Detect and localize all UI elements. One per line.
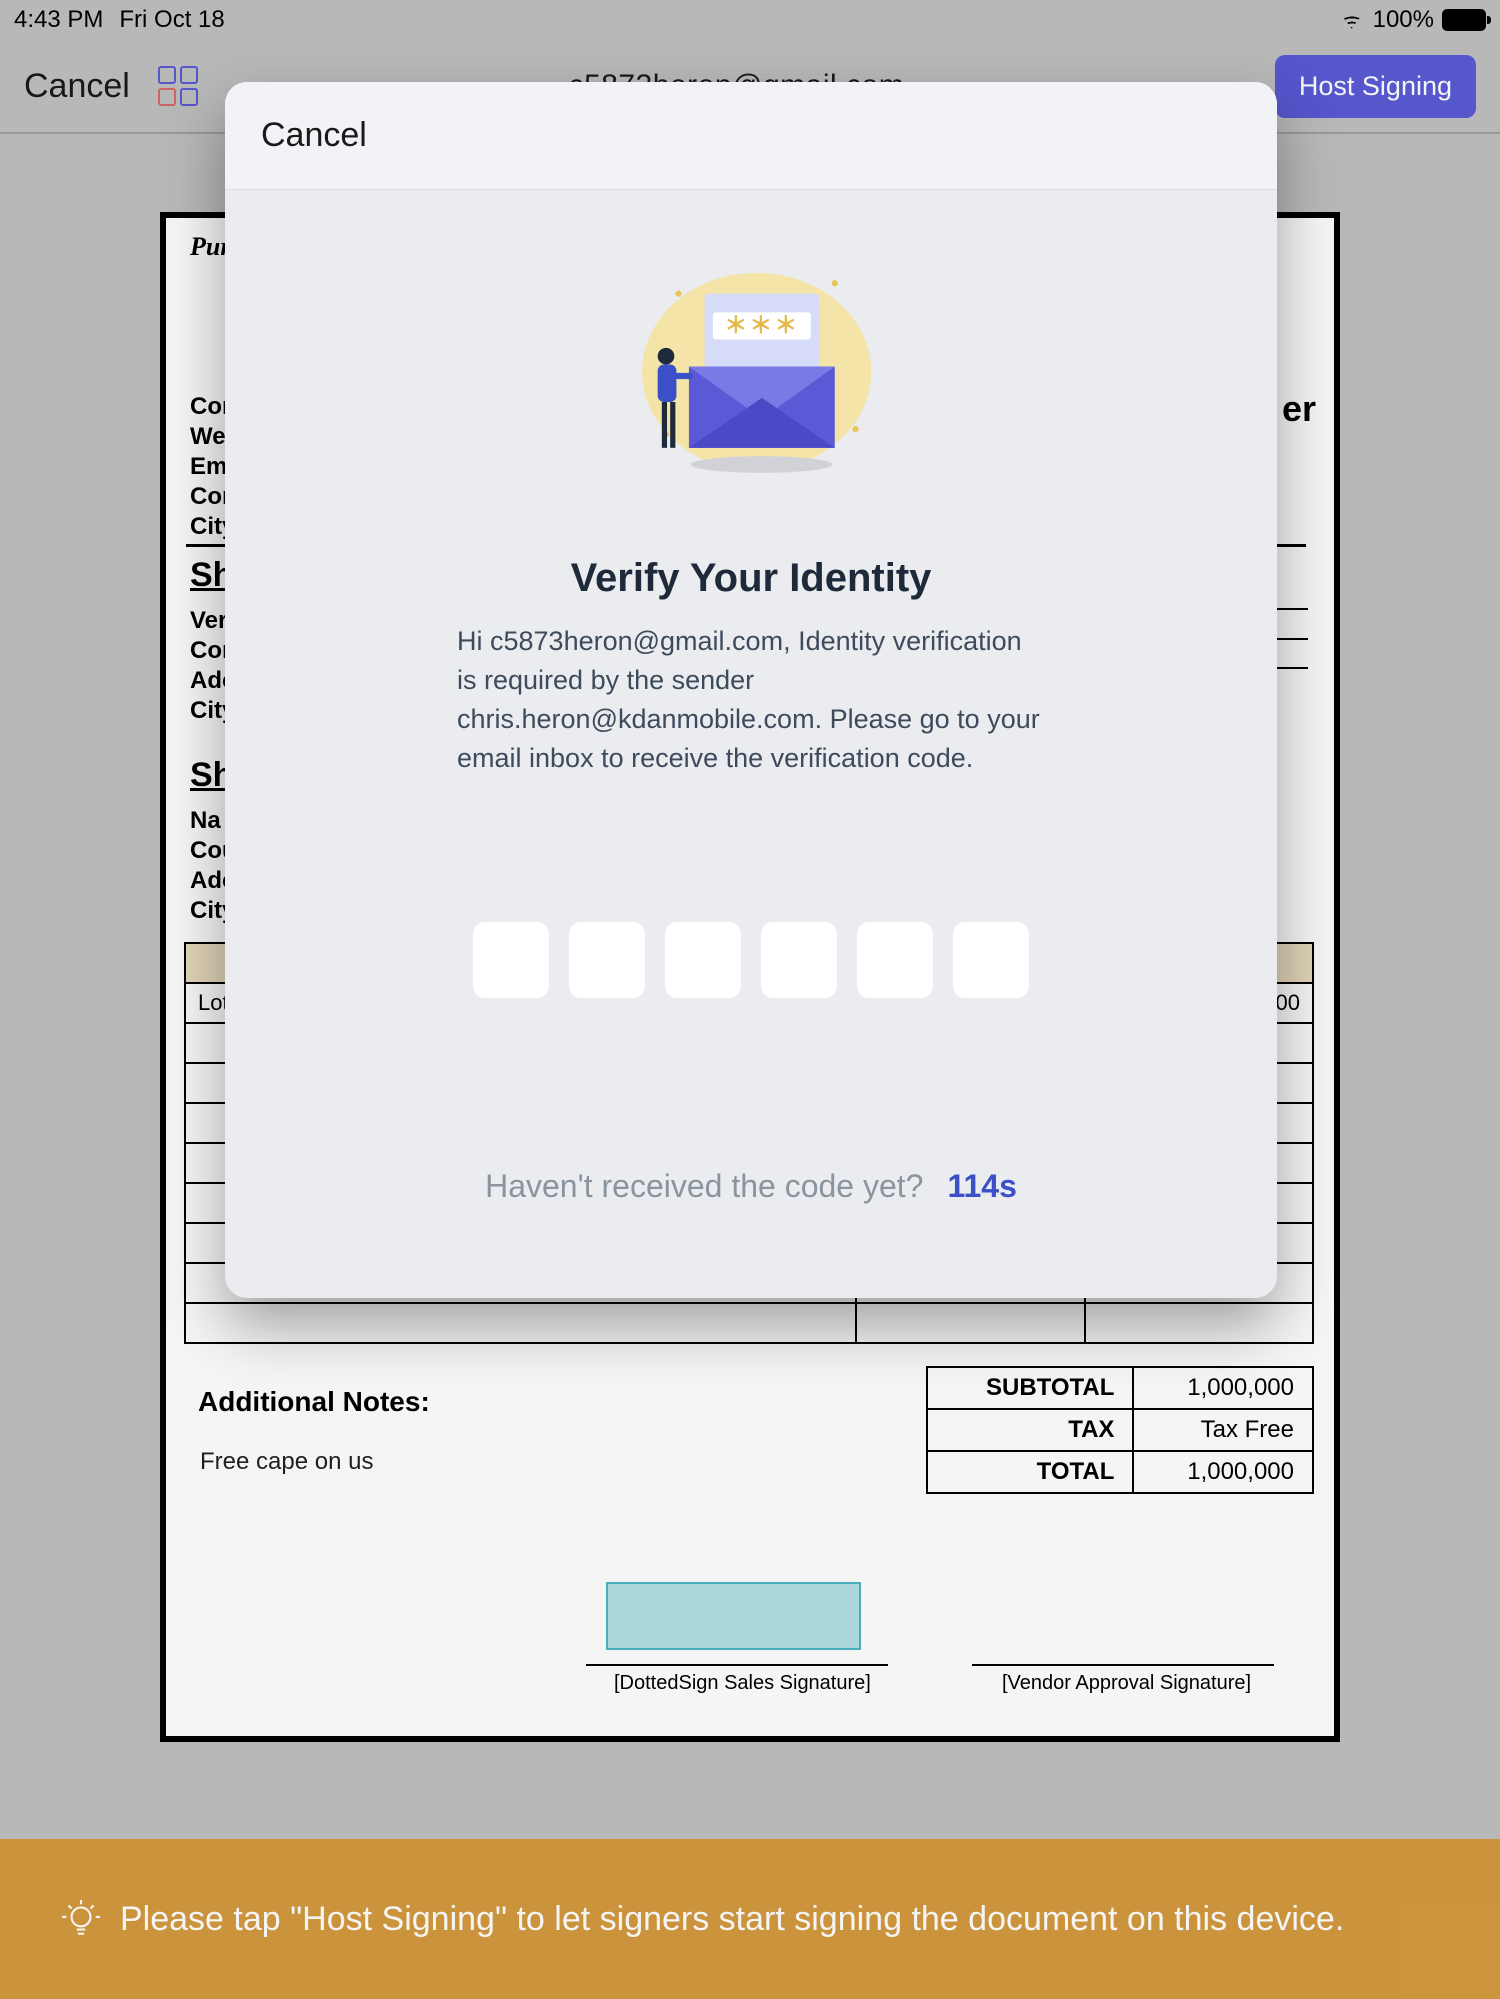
code-digit-3[interactable] [665,922,741,998]
svg-text:＊: ＊ [724,312,747,338]
resend-question: Haven't received the code yet? [485,1168,923,1205]
code-digit-1[interactable] [473,922,549,998]
svg-text:＊: ＊ [774,312,797,338]
envelope-code-icon: ＊ ＊ ＊ [225,252,1277,512]
modal-title: Verify Your Identity [225,556,1277,601]
code-input-row [225,922,1277,998]
code-digit-6[interactable] [953,922,1029,998]
code-digit-4[interactable] [761,922,837,998]
modal-message: Hi c5873heron@gmail.com, Identity verifi… [457,622,1045,779]
resend-row: Haven't received the code yet? 114s [225,1168,1277,1205]
resend-timer: 114s [947,1168,1016,1205]
code-digit-2[interactable] [569,922,645,998]
modal-cancel-button[interactable]: Cancel [261,116,367,155]
svg-text:＊: ＊ [749,312,772,338]
verify-identity-modal: Cancel ＊ ＊ ＊ Verify Your I [225,82,1277,1298]
modal-header: Cancel [225,82,1277,190]
code-digit-5[interactable] [857,922,933,998]
